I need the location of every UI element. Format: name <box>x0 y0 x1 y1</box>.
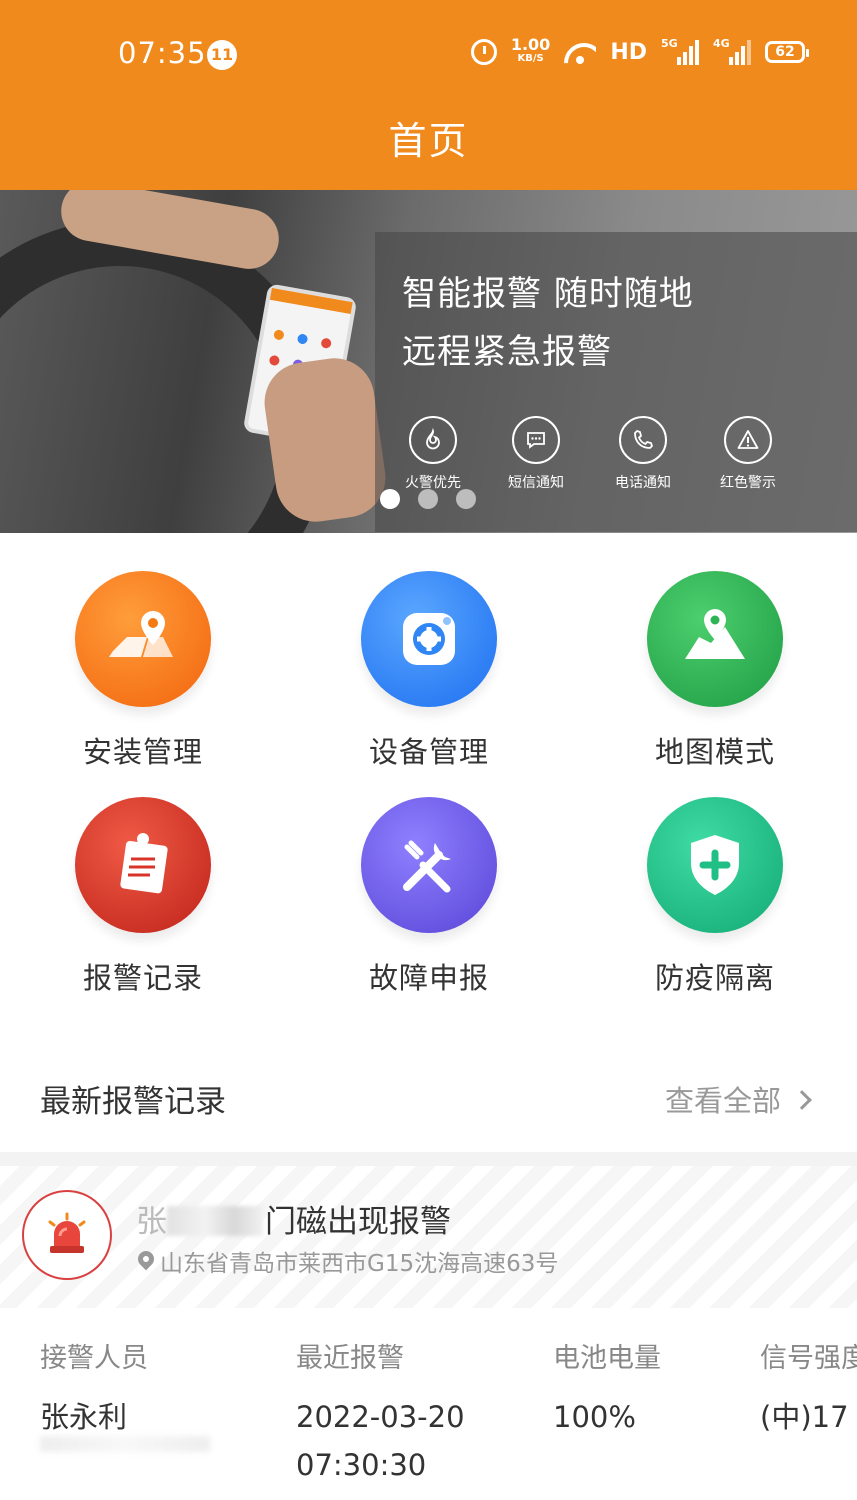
signal-4g-icon: 4G <box>713 37 751 65</box>
menu-epidemic-isolation[interactable]: 防疫隔离 <box>572 797 857 997</box>
alarm-address: 山东省青岛市莱西市G15沈海高速63号 <box>138 1244 558 1278</box>
map-pin-install-icon <box>75 571 211 707</box>
wifi-icon <box>564 39 596 65</box>
menu-map-mode[interactable]: 地图模式 <box>572 571 857 771</box>
alarm-title-prefix: 张 <box>136 1204 167 1240</box>
function-grid: 安装管理 设备管理 地图模式 报警记录 故障申报 防疫隔离 <box>0 533 857 1033</box>
menu-label: 安装管理 <box>82 735 203 769</box>
view-all-link[interactable]: 查看全部 <box>664 1078 812 1120</box>
carousel-dot[interactable] <box>418 489 438 509</box>
redacted-text <box>167 1206 263 1236</box>
page-title: 首页 <box>388 119 469 163</box>
feature-label: 短信通知 <box>508 475 564 491</box>
banner-slogan-2: 远程紧急报警 <box>402 332 612 372</box>
net-speed: 1.00 KB/S <box>511 37 550 66</box>
menu-label: 故障申报 <box>368 961 489 995</box>
menu-alarm-records[interactable]: 报警记录 <box>0 797 286 997</box>
alarm-title-suffix: 门磁出现报警 <box>265 1204 451 1240</box>
feature-fire-priority: 火警优先 <box>385 416 481 492</box>
alarm-record-card-header[interactable]: 张 门磁出现报警 山东省青岛市莱西市G15沈海高速63号 <box>0 1166 857 1308</box>
shield-plus-icon <box>647 797 783 933</box>
detail-value: 100% <box>553 1400 636 1434</box>
battery-icon: 62 <box>765 41 809 63</box>
feature-label: 电话通知 <box>615 475 671 491</box>
hd-label: HD <box>610 39 647 65</box>
chevron-right-icon <box>792 1090 812 1110</box>
status-indicators: 1.00 KB/S HD 5G 4G 62 <box>470 37 809 66</box>
detail-receiver: 接警人员 张永利 <box>40 1336 148 1441</box>
carousel-dot[interactable] <box>456 489 476 509</box>
feature-label: 红色警示 <box>720 475 776 491</box>
detail-key: 最近报警 <box>296 1343 404 1374</box>
banner-features: 火警优先 短信通知 电话通知 红色警示 <box>390 416 850 496</box>
alarm-record-title: 张 门磁出现报警 <box>136 1196 451 1241</box>
detail-key: 信号强度 <box>760 1343 857 1374</box>
detail-battery: 电池电量 100% <box>553 1336 661 1441</box>
top-bar: 07:35 11 1.00 KB/S HD 5G 4G 62 首页 <box>0 0 857 190</box>
signal-5g-icon: 5G <box>661 37 699 65</box>
message-icon <box>512 416 560 464</box>
menu-label: 地图模式 <box>654 735 775 769</box>
view-all-label: 查看全部 <box>664 1084 781 1118</box>
map-icon <box>647 571 783 707</box>
detail-value: (中)17 <box>760 1400 849 1434</box>
latest-alarms-title: 最新报警记录 <box>40 1084 226 1120</box>
sim2-type: 4G <box>713 37 730 50</box>
detail-last-alarm: 最近报警 2022-03-20 07:30:30 <box>296 1336 486 1489</box>
alarm-record-icon <box>75 797 211 933</box>
banner-slogan-1: 智能报警 随时随地 <box>402 274 694 314</box>
tools-icon <box>361 797 497 933</box>
status-time: 07:35 <box>118 36 207 70</box>
warning-icon <box>724 416 772 464</box>
banner-carousel[interactable]: 智能报警 随时随地 远程紧急报警 火警优先 短信通知 电话通知 红色警示 <box>0 190 857 533</box>
carousel-dot-active[interactable] <box>380 489 400 509</box>
feature-red-warning: 红色警示 <box>700 416 796 492</box>
siren-icon <box>22 1190 112 1280</box>
flame-icon <box>409 416 457 464</box>
menu-label: 设备管理 <box>368 735 489 769</box>
detail-value: 2022-03-20 07:30:30 <box>296 1400 465 1482</box>
detail-signal: 信号强度 (中)17 <box>760 1336 857 1441</box>
redacted-text <box>40 1436 210 1452</box>
section-divider <box>0 1152 857 1166</box>
detail-value: 张永利 <box>40 1400 128 1434</box>
menu-label: 防疫隔离 <box>654 961 775 995</box>
notification-badge: 11 <box>207 40 237 70</box>
menu-device-management[interactable]: 设备管理 <box>286 571 572 771</box>
status-bar: 07:35 11 1.00 KB/S HD 5G 4G 62 <box>0 0 857 100</box>
alarm-clock-icon <box>470 39 497 65</box>
alarm-record-details[interactable]: 接警人员 张永利 最近报警 2022-03-20 07:30:30 电池电量 1… <box>0 1308 857 1500</box>
menu-install-management[interactable]: 安装管理 <box>0 571 286 771</box>
detail-key: 电池电量 <box>553 1343 661 1374</box>
feature-sms: 短信通知 <box>488 416 584 492</box>
menu-label: 报警记录 <box>82 961 203 995</box>
location-pin-icon <box>138 1251 154 1271</box>
detail-key: 接警人员 <box>40 1343 148 1374</box>
feature-phone: 电话通知 <box>595 416 691 492</box>
carousel-indicators <box>380 489 476 509</box>
sim1-type: 5G <box>661 37 678 50</box>
menu-fault-report[interactable]: 故障申报 <box>286 797 572 997</box>
device-icon <box>361 571 497 707</box>
net-speed-unit: KB/S <box>517 53 544 64</box>
alarm-address-text: 山东省青岛市莱西市G15沈海高速63号 <box>160 1251 559 1277</box>
phone-icon <box>619 416 667 464</box>
